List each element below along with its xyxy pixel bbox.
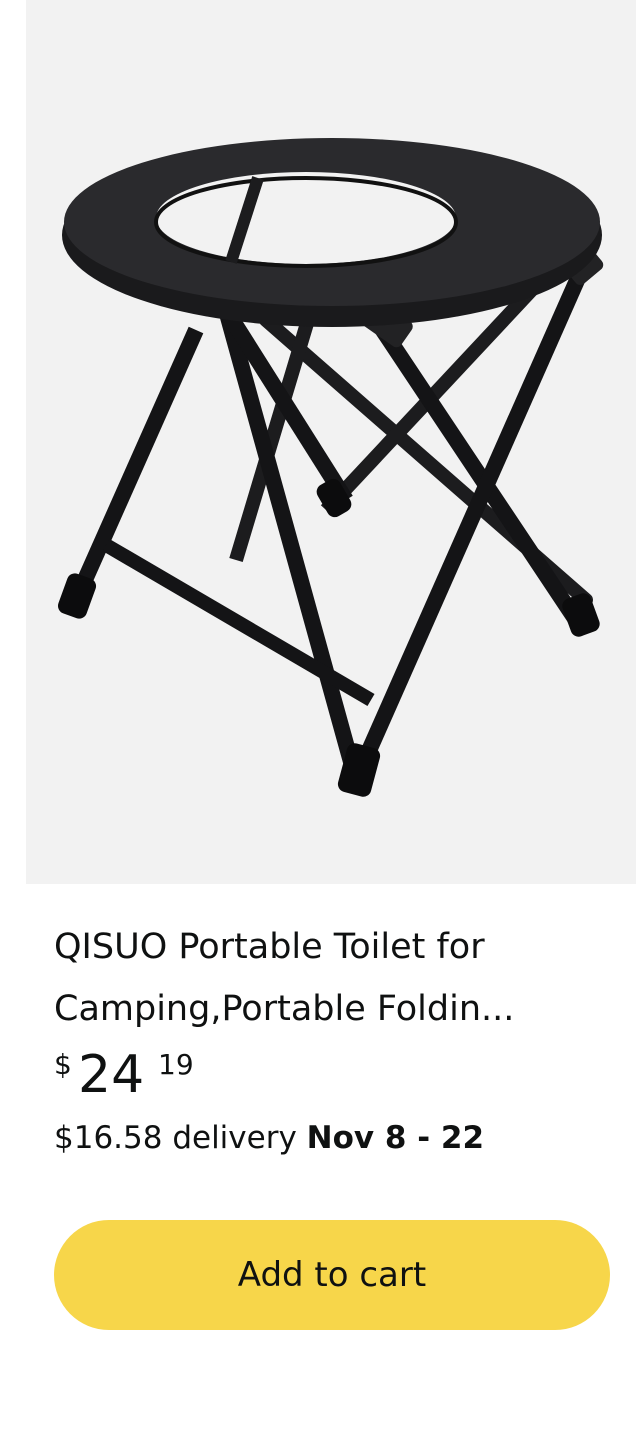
product-title-line-2[interactable]: Camping,Portable Foldin... (54, 989, 514, 1029)
price-fraction: 19 (158, 1048, 194, 1081)
add-to-cart-label: Add to cart (237, 1255, 427, 1295)
price: $ 24 19 (54, 1045, 614, 1112)
delivery-price: $16.58 delivery (54, 1120, 297, 1156)
add-to-cart-button[interactable]: Add to cart (54, 1220, 610, 1330)
product-info: QISUO Portable Toilet for Camping,Portab… (54, 916, 614, 1156)
product-title-line-1[interactable]: QISUO Portable Toilet for (54, 927, 485, 967)
price-currency: $ (54, 1048, 72, 1081)
product-title[interactable]: QISUO Portable Toilet for Camping,Portab… (54, 916, 614, 1040)
product-card[interactable]: QISUO Portable Toilet for Camping,Portab… (26, 0, 636, 1440)
product-image[interactable] (26, 0, 636, 884)
folding-toilet-chair-image (57, 138, 604, 797)
delivery-date: Nov 8 - 22 (306, 1120, 485, 1156)
delivery-info: $16.58 delivery Nov 8 - 22 (54, 1120, 614, 1156)
page: QISUO Portable Toilet for Camping,Portab… (0, 0, 636, 1440)
price-whole: 24 (78, 1045, 145, 1105)
left-gutter (0, 0, 26, 1440)
